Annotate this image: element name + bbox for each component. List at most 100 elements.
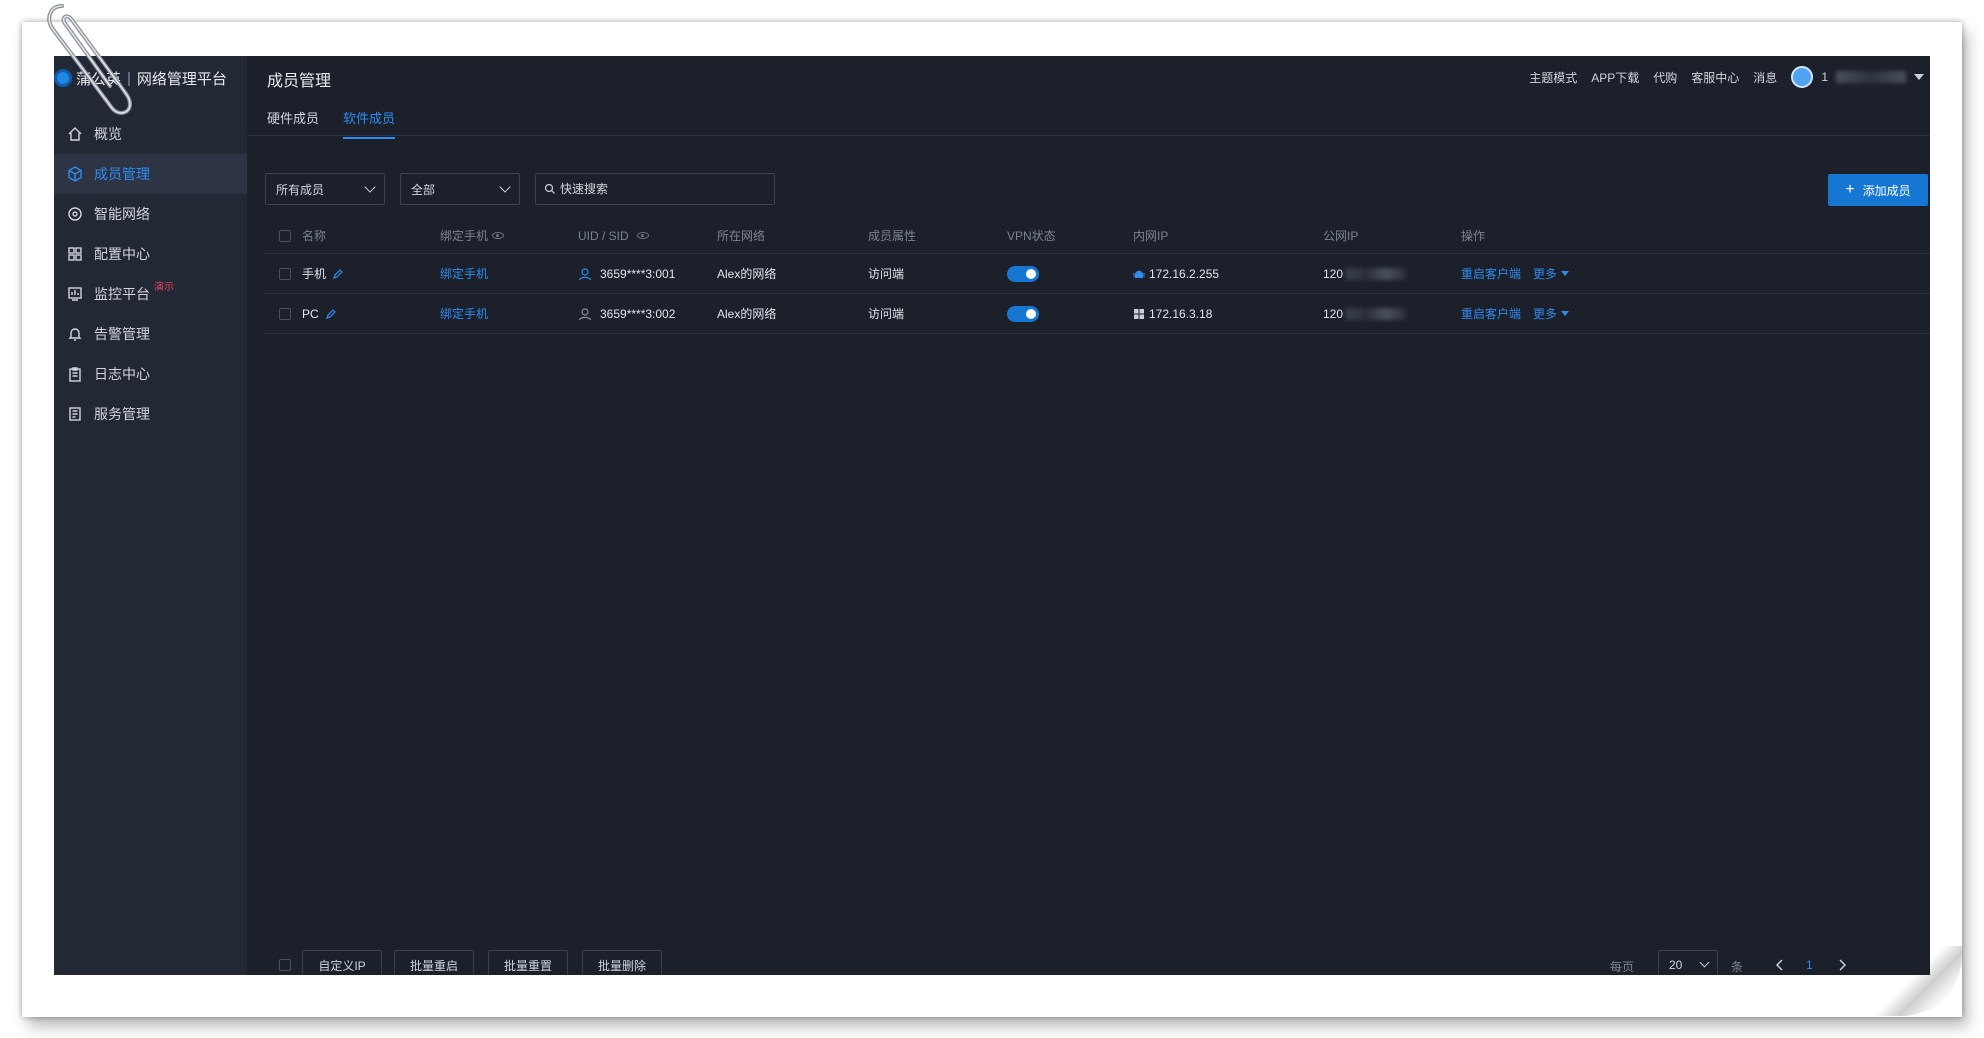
windows-icon <box>1134 308 1144 319</box>
uid-value: 3659****3:001 <box>600 266 676 281</box>
wan-ip-cell: 120 <box>1323 254 1407 293</box>
table-row: 手机 绑定手机 3659****3:001 Alex的网络 访问端 172.16… <box>265 254 1930 294</box>
tab-software-members[interactable]: 软件成员 <box>343 108 396 139</box>
clipboard-icon <box>66 365 84 383</box>
brand-subtitle: 网络管理平台 <box>136 70 227 88</box>
vpn-toggle[interactable] <box>1007 265 1039 282</box>
edit-pencil-icon[interactable] <box>325 308 337 320</box>
wan-ip-redacted <box>1346 267 1407 280</box>
wan-ip-prefix: 120 <box>1323 266 1344 281</box>
more-menu[interactable]: 更多 <box>1533 265 1557 282</box>
actions-cell: 重启客户端 更多 <box>1461 254 1570 293</box>
table-row: PC 绑定手机 3659****3:002 Alex的网络 访问端 172.16… <box>265 294 1930 334</box>
more-menu[interactable]: 更多 <box>1533 305 1557 322</box>
custom-ip-button[interactable]: 自定义IP <box>302 950 382 975</box>
user-name-prefix[interactable]: 1 <box>1821 70 1828 84</box>
attribute-cell: 访问端 <box>868 307 905 321</box>
monitor-icon <box>66 285 84 303</box>
page-size-select[interactable]: 20 <box>1658 950 1718 975</box>
current-page[interactable]: 1 <box>1806 958 1813 972</box>
uid-cell: 3659****3:002 <box>578 294 675 333</box>
theme-mode-link[interactable]: 主题模式 <box>1529 69 1577 86</box>
restart-client-link[interactable]: 重启客户端 <box>1461 265 1521 282</box>
column-attribute: 成员属性 <box>868 229 917 243</box>
wan-ip-prefix: 120 <box>1323 306 1344 321</box>
member-name: 手机 <box>302 267 327 281</box>
tab-bar: 硬件成员 软件成员 <box>247 100 1930 139</box>
sidebar-item-services[interactable]: 服务管理 <box>54 394 247 434</box>
batch-delete-button[interactable]: 批量删除 <box>582 950 662 975</box>
member-filter-select[interactable]: 所有成员 <box>265 173 385 205</box>
per-page-unit: 条 <box>1731 960 1744 974</box>
lan-ip-cell: 172.16.3.18 <box>1133 294 1212 333</box>
bind-phone-link[interactable]: 绑定手机 <box>440 294 488 333</box>
chevron-down-icon <box>499 181 511 193</box>
eye-icon[interactable] <box>492 232 505 239</box>
user-name-redacted <box>1836 71 1906 83</box>
sidebar-item-members[interactable]: 成员管理 <box>54 154 247 194</box>
paperclip-icon <box>47 4 133 115</box>
network-cell: Alex的网络 <box>717 307 777 321</box>
chevron-right-icon[interactable] <box>1837 959 1847 971</box>
sidebar-item-smart-network[interactable]: 智能网络 <box>54 194 247 234</box>
sidebar-item-overview[interactable]: 概览 <box>54 114 247 154</box>
select-all-footer-checkbox[interactable] <box>279 959 291 971</box>
vpn-toggle[interactable] <box>1007 305 1039 322</box>
page-size-value: 20 <box>1669 958 1683 972</box>
purchase-link[interactable]: 代购 <box>1653 69 1677 86</box>
lan-ip-value: 172.16.3.18 <box>1149 306 1213 321</box>
home-icon <box>66 125 84 143</box>
app-window: 蒲公英 | 网络管理平台 概览 成员管理 智能网络 配置中心 监控平台 演示 告… <box>54 56 1930 975</box>
vpn-cell <box>1007 254 1039 293</box>
network-cell: Alex的网络 <box>717 267 777 281</box>
sidebar-item-logs[interactable]: 日志中心 <box>54 354 247 394</box>
support-center-link[interactable]: 客服中心 <box>1691 69 1739 86</box>
search-input[interactable] <box>560 182 760 196</box>
page-title: 成员管理 <box>267 73 332 90</box>
per-page-label: 每页 <box>1610 960 1635 974</box>
batch-restart-button[interactable]: 批量重启 <box>394 950 474 975</box>
edit-pencil-icon[interactable] <box>332 268 344 280</box>
restart-client-link[interactable]: 重启客户端 <box>1461 305 1521 322</box>
sidebar-item-label: 服务管理 <box>94 406 150 422</box>
chevron-down-icon[interactable] <box>1914 74 1924 80</box>
table-header: 名称 绑定手机 UID / SID 所在网络 成员属性 VPN状态 内网IP 公… <box>265 218 1930 254</box>
bind-phone-link[interactable]: 绑定手机 <box>440 254 488 293</box>
member-name-cell: 手机 <box>302 254 344 293</box>
batch-reset-button[interactable]: 批量重置 <box>488 950 568 975</box>
column-bind-phone: 绑定手机 <box>440 218 505 253</box>
chevron-left-icon[interactable] <box>1775 959 1785 971</box>
caret-down-icon[interactable] <box>1561 311 1570 316</box>
tab-hardware-members[interactable]: 硬件成员 <box>267 108 319 137</box>
add-member-button[interactable]: + 添加成员 <box>1828 174 1928 206</box>
search-box[interactable] <box>535 173 775 205</box>
table-footer: 自定义IP 批量重启 批量重置 批量删除 每页 20 条 1 <box>265 950 1930 975</box>
eye-icon[interactable] <box>636 232 649 239</box>
column-label: 绑定手机 <box>440 229 489 243</box>
sidebar-item-alerts[interactable]: 告警管理 <box>54 314 247 354</box>
uid-cell: 3659****3:001 <box>578 254 675 293</box>
sidebar-nav: 概览 成员管理 智能网络 配置中心 监控平台 演示 告警管理 日志中心 服务管理 <box>54 114 247 434</box>
row-checkbox[interactable] <box>279 307 291 320</box>
messages-link[interactable]: 消息 <box>1753 69 1777 86</box>
select-all-checkbox[interactable] <box>279 229 291 242</box>
top-links: 主题模式 APP下载 代购 客服中心 消息 1 <box>1515 66 1924 88</box>
app-download-link[interactable]: APP下载 <box>1591 69 1639 86</box>
row-checkbox[interactable] <box>279 267 291 280</box>
column-wan-ip: 公网IP <box>1323 229 1359 243</box>
avatar[interactable] <box>1791 66 1814 88</box>
caret-down-icon[interactable] <box>1561 271 1570 276</box>
sidebar-item-label: 智能网络 <box>94 206 150 222</box>
search-icon <box>544 183 555 194</box>
column-label: UID / SID <box>578 228 629 243</box>
lan-ip-cell: 172.16.2.255 <box>1133 254 1219 293</box>
sidebar-item-label: 概览 <box>94 126 122 142</box>
status-filter-select[interactable]: 全部 <box>400 173 520 205</box>
sidebar-item-config[interactable]: 配置中心 <box>54 234 247 274</box>
actions-cell: 重启客户端 更多 <box>1461 294 1570 333</box>
network-icon <box>66 205 84 223</box>
lan-ip-value: 172.16.2.255 <box>1149 266 1220 281</box>
sidebar-item-monitor[interactable]: 监控平台 演示 <box>54 274 247 314</box>
plus-icon: + <box>1845 181 1855 198</box>
user-icon <box>578 307 592 320</box>
